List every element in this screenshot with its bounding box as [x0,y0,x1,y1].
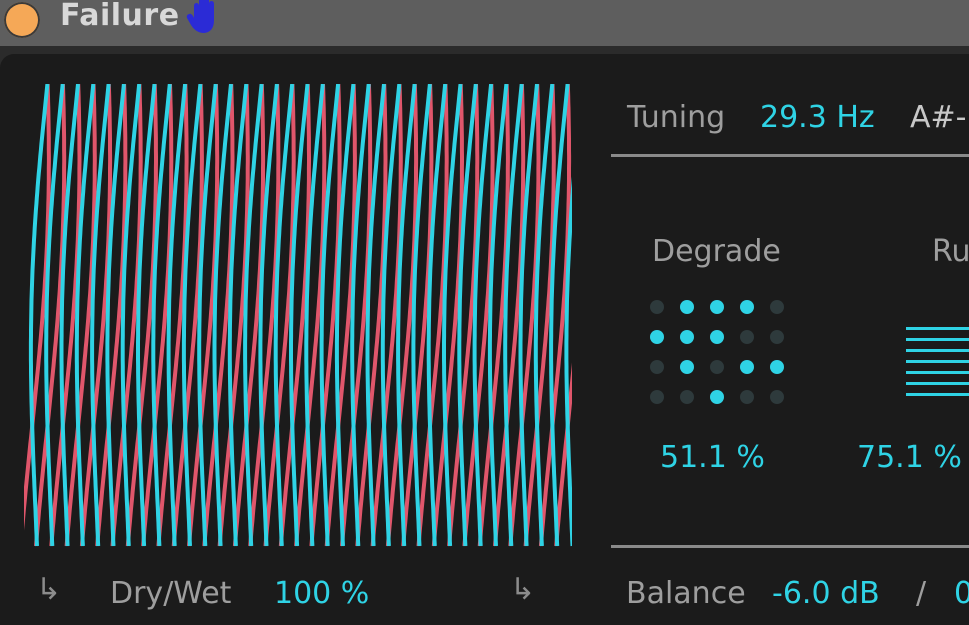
tuning-label: Tuning [627,100,726,135]
divider [611,154,969,157]
degrade-dot [650,330,664,344]
degrade-dot [680,390,694,404]
tuning-value[interactable]: 29.3 Hz [760,100,875,135]
hand-icon [186,0,214,33]
waveform-display [24,84,572,547]
tuning-note[interactable]: A#- [910,100,966,135]
balance-value[interactable]: -6.0 dB [772,576,880,611]
balance-label: Balance [626,576,746,611]
drywet-value[interactable]: 100 % [274,576,369,611]
balance-separator: / [916,576,927,611]
degrade-dot [740,360,754,374]
degrade-dot [740,300,754,314]
degrade-dot [710,360,724,374]
power-led-icon[interactable] [4,2,40,38]
drywet-label: Dry/Wet [110,576,232,611]
route-arrow-icon[interactable]: ↳ [36,572,61,607]
ruin-line-graphic[interactable] [906,327,969,404]
degrade-dot [740,390,754,404]
degrade-dot [680,300,694,314]
device-title-bar: Failure [0,0,969,46]
degrade-dot [680,360,694,374]
degrade-dot [770,390,784,404]
ruin-label: Ru [932,234,969,269]
balance-second-value[interactable]: 0 [954,576,969,611]
device-title: Failure [60,0,180,33]
degrade-dot [710,330,724,344]
route-arrow-icon[interactable]: ↳ [510,572,535,607]
degrade-dot [710,300,724,314]
degrade-dot [770,360,784,374]
ruin-value[interactable]: 75.1 % [857,440,962,475]
degrade-dot [650,300,664,314]
degrade-dot [770,300,784,314]
degrade-label: Degrade [652,234,781,269]
degrade-dot-grid[interactable] [640,290,800,410]
degrade-dot [680,330,694,344]
degrade-dot [770,330,784,344]
degrade-dot [710,390,724,404]
degrade-dot [650,390,664,404]
degrade-value[interactable]: 51.1 % [660,440,765,475]
degrade-dot [740,330,754,344]
divider [611,545,969,548]
degrade-dot [650,360,664,374]
